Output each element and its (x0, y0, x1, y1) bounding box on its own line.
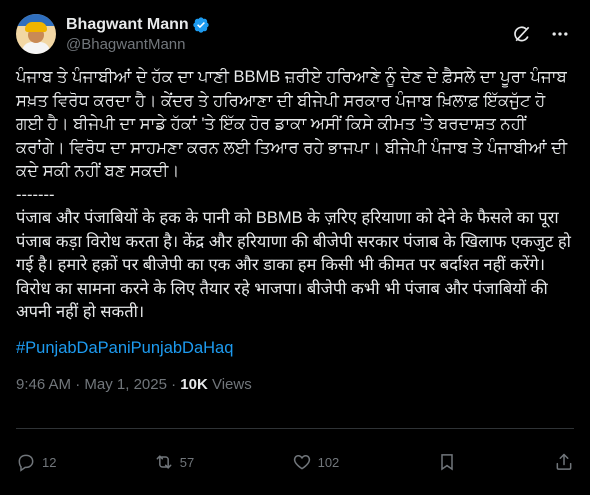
heart-icon (293, 454, 310, 470)
tweet-text-hindi: पंजाब और पंजाबियों के हक के पानी को BBMB… (16, 209, 576, 321)
repost-icon (156, 455, 172, 469)
reply-count: 12 (42, 454, 57, 470)
action-bar: 12 57 102 (16, 429, 574, 495)
author-info: Bhagwant Mann @BhagwantMann (66, 16, 210, 53)
reply-icon (18, 454, 34, 472)
share-icon (556, 453, 572, 470)
meta-dot: · (71, 375, 85, 393)
views-count: 10K (180, 375, 208, 393)
bookmark-button[interactable] (437, 452, 457, 472)
tweet-text-punjabi: ਪੰਜਾਬ ਤੇ ਪੰਜਾਬੀਆਂ ਦੇ ਹੱਕ ਦਾ ਪਾਣੀ BBMB ਜ਼… (16, 68, 572, 180)
header-actions (512, 24, 574, 44)
grok-icon[interactable] (512, 24, 532, 44)
tweet-date[interactable]: May 1, 2025 (84, 376, 167, 393)
views-label: Views (207, 375, 252, 393)
tweet: Bhagwant Mann @BhagwantMann ਪੰਜਾਬ ਤੇ ਪੰਜ… (0, 0, 590, 495)
avatar[interactable] (16, 14, 56, 54)
repost-count: 57 (179, 454, 195, 470)
tweet-text: ਪੰਜਾਬ ਤੇ ਪੰਜਾਬੀਆਂ ਦੇ ਹੱਕ ਦਾ ਪਾਣੀ BBMB ਜ਼… (16, 66, 574, 325)
tweet-meta: 9:46 AM · May 1, 2025 · 10K Views (16, 376, 574, 393)
tweet-separator: ------- (16, 185, 55, 204)
reply-button[interactable]: 12 (16, 452, 56, 472)
more-icon[interactable] (550, 24, 570, 44)
handle[interactable]: @BhagwantMann (66, 36, 210, 53)
meta-dot-2: · (166, 375, 181, 393)
bookmark-icon (440, 454, 453, 471)
tweet-time[interactable]: 9:46 AM (16, 376, 71, 393)
repost-button[interactable]: 57 (154, 452, 194, 472)
like-count: 102 (317, 454, 340, 470)
like-button[interactable]: 102 (292, 452, 340, 472)
tweet-header: Bhagwant Mann @BhagwantMann (16, 0, 574, 64)
hashtag-link[interactable]: #PunjabDaPaniPunjabDaHaq (16, 339, 574, 358)
share-button[interactable] (554, 452, 574, 472)
verified-badge-icon (192, 16, 209, 33)
display-name[interactable]: Bhagwant Mann (66, 16, 189, 34)
